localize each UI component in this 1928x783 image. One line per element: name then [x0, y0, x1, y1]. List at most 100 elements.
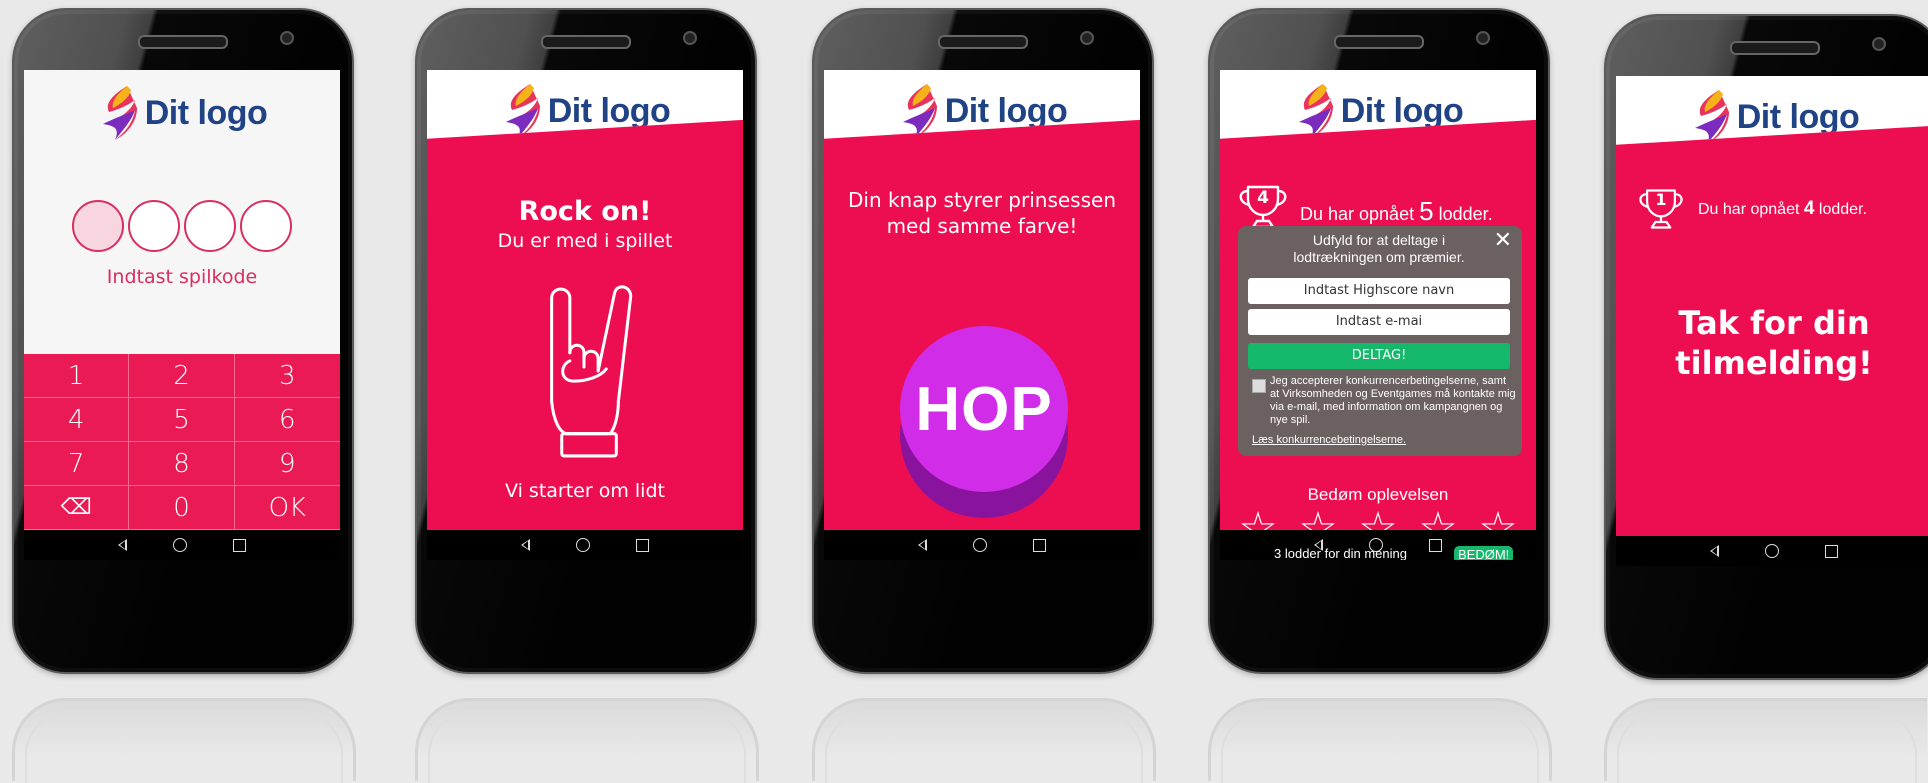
ok-key[interactable]: OK: [234, 486, 340, 530]
email-input[interactable]: Indtast e-mai: [1248, 309, 1510, 335]
terms-text: Jeg accepterer konkurrencerbetingelserne…: [1270, 375, 1516, 426]
rate-button[interactable]: BEDØM!: [1454, 546, 1514, 560]
logo-mark-icon: [505, 84, 540, 138]
android-navbar: [1616, 536, 1928, 566]
key-1[interactable]: 1: [24, 354, 130, 398]
camera: [1476, 31, 1490, 45]
recent-apps-icon[interactable]: [233, 538, 246, 552]
key-4[interactable]: 4: [24, 398, 130, 442]
hop-button-top: HOP: [900, 326, 1068, 492]
submit-button[interactable]: DELTAG!: [1248, 343, 1510, 369]
trophy-icon: 1: [1636, 188, 1686, 230]
code-label: Indtast spilkode: [106, 266, 258, 288]
achievement-suffix: lodder.: [1818, 201, 1867, 218]
phone-5-reflection: [1604, 698, 1927, 783]
recent-apps-icon[interactable]: [1825, 544, 1838, 558]
close-icon[interactable]: ✕: [1494, 228, 1512, 253]
rating-title: Bedøm oplevelsen: [1307, 485, 1449, 504]
code-digit-2: [128, 200, 180, 252]
home-icon[interactable]: [173, 538, 187, 552]
android-navbar: [24, 530, 340, 560]
screen-game-code: Dit logo Indtast spilkode 1 2 3 4 5 6 7 …: [24, 70, 340, 560]
logo-mark-icon: [1298, 84, 1333, 138]
logo-mark-icon: [902, 84, 937, 138]
logo: Dit logo: [1293, 80, 1464, 139]
back-icon[interactable]: [521, 539, 530, 551]
achievement-count: 5: [1419, 196, 1434, 226]
phone-3: Dit logo Din knap styrer prinsessen med …: [812, 8, 1154, 674]
highscore-name-input[interactable]: Indtast Highscore navn: [1248, 278, 1510, 304]
back-icon[interactable]: [918, 539, 927, 551]
key-8[interactable]: 8: [129, 442, 235, 486]
back-icon[interactable]: [1710, 545, 1719, 557]
speaker: [938, 35, 1028, 49]
home-icon[interactable]: [1765, 544, 1779, 558]
speaker: [1334, 35, 1424, 49]
logo-header: Dit logo: [427, 70, 743, 139]
hop-button[interactable]: HOP: [900, 326, 1068, 518]
achievement-count: 4: [1803, 198, 1815, 219]
back-icon[interactable]: [118, 539, 127, 551]
instruction-line-2: med samme farve!: [886, 214, 1078, 238]
hop-button-label: HOP: [915, 374, 1053, 444]
achievement-text: Du har opnået 5 lodder.: [1300, 196, 1493, 227]
key-7[interactable]: 7: [24, 442, 130, 486]
camera: [280, 31, 294, 45]
rating-note-visible: 3 lodder for din mening: [1274, 546, 1407, 560]
phone-2: Dit logo Rock on! Du er med i spillet Vi…: [415, 8, 757, 674]
key-2[interactable]: 2: [129, 354, 235, 398]
recent-apps-icon[interactable]: [1429, 538, 1442, 552]
screen-signup: Dit logo 4 Du har opnået 5 lodder. Udfyl…: [1220, 70, 1536, 560]
home-icon[interactable]: [576, 538, 590, 552]
phone-1-reflection: [12, 698, 356, 783]
key-0[interactable]: 0: [129, 486, 235, 530]
logo-header: Dit logo: [1220, 70, 1536, 139]
logo-header: Dit logo: [824, 70, 1140, 139]
logo-header: Dit logo: [1616, 76, 1928, 145]
code-digit-1: [72, 200, 124, 252]
phone-2-reflection: [415, 698, 759, 783]
key-9[interactable]: 9: [234, 442, 340, 486]
achievement-prefix: Du har opnået: [1698, 201, 1800, 218]
key-3[interactable]: 3: [234, 354, 340, 398]
terms-checkbox[interactable]: [1252, 379, 1266, 393]
screen-rock-on: Dit logo Rock on! Du er med i spillet Vi…: [427, 70, 743, 560]
logo-text: Dit logo: [547, 91, 671, 130]
phone-5: Dit logo 1 Du har opnået 4 lodder. Tak f…: [1604, 14, 1928, 680]
recent-apps-icon[interactable]: [636, 538, 649, 552]
trophy-icon: 4: [1236, 185, 1290, 229]
logo: Dit logo: [97, 82, 268, 144]
home-icon[interactable]: [973, 538, 987, 552]
screen-hop: Dit logo Din knap styrer prinsessen med …: [824, 70, 1140, 560]
subtitle: Du er med i spillet: [497, 230, 673, 252]
rock-hand-icon: [550, 285, 633, 458]
logo-text: Dit logo: [1340, 91, 1464, 130]
android-navbar: [824, 530, 1140, 560]
thanks-line-1: Tak for din: [1678, 304, 1870, 342]
achievement-suffix: lodder.: [1438, 204, 1493, 224]
form-title: Udfyld for at deltage i lodtrækningen om…: [1293, 232, 1465, 265]
backspace-key[interactable]: ⌫: [24, 486, 130, 530]
logo-text: Dit logo: [144, 93, 268, 132]
key-5[interactable]: 5: [129, 398, 235, 442]
phone-3-reflection: [812, 698, 1156, 783]
thanks-line-2: tilmelding!: [1675, 344, 1873, 382]
terms-link[interactable]: Læs konkurrencebetingelserne.: [1252, 434, 1406, 446]
logo-mark-icon: [102, 86, 137, 140]
recent-apps-icon[interactable]: [1033, 538, 1046, 552]
logo-text: Dit logo: [1736, 97, 1860, 136]
key-6[interactable]: 6: [234, 398, 340, 442]
screen-thanks: Dit logo 1 Du har opnået 4 lodder. Tak f…: [1616, 76, 1928, 566]
camera: [683, 31, 697, 45]
logo: Dit logo: [897, 80, 1068, 139]
keypad: 1 2 3 4 5 6 7 8 9 ⌫ 0 OK: [24, 354, 340, 530]
title: Rock on!: [518, 196, 652, 227]
trophy-number: 4: [1257, 188, 1269, 208]
camera: [1872, 37, 1886, 51]
trophy-number: 1: [1655, 190, 1667, 209]
speaker: [1730, 41, 1820, 55]
phone-4-reflection: [1208, 698, 1552, 783]
achievement-text: Du har opnået 4 lodder.: [1698, 198, 1867, 220]
instruction-line-1: Din knap styrer prinsessen: [847, 188, 1117, 212]
speaker: [541, 35, 631, 49]
